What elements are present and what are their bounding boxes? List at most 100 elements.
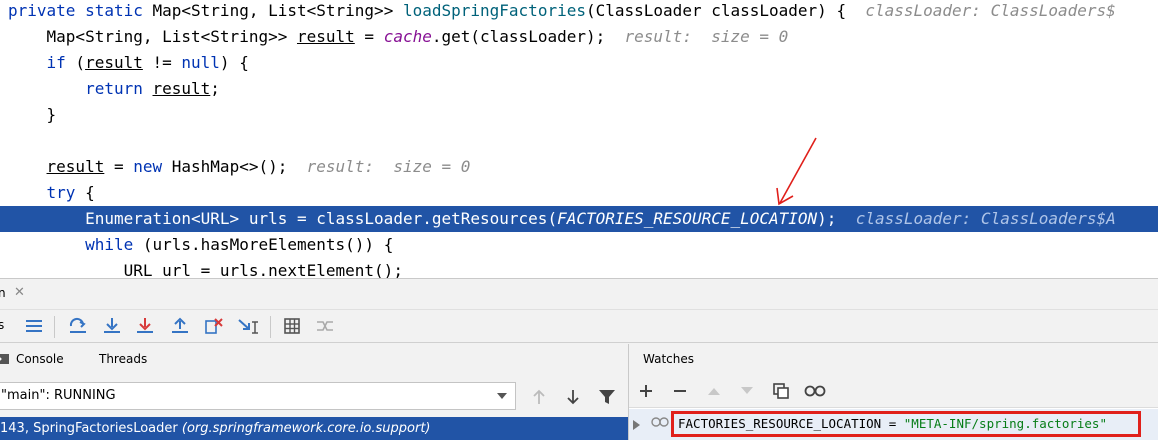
run-to-cursor-icon[interactable] — [236, 314, 260, 338]
code-line[interactable]: return result; — [8, 76, 1158, 102]
move-down-icon[interactable] — [736, 380, 758, 402]
code-token: private static — [8, 1, 153, 20]
code-token: != — [142, 53, 182, 72]
arrow-down-icon[interactable] — [562, 386, 584, 408]
code-line[interactable]: URL url = urls.nextElement(); — [8, 258, 1158, 278]
code-token: HashMap<>(); — [171, 157, 307, 176]
code-editor[interactable]: private static Map<String, List<String>>… — [0, 0, 1158, 278]
code-line[interactable]: result = new HashMap<>(); result: size =… — [8, 154, 1158, 180]
watch-icon — [651, 417, 669, 427]
inline-debug-value: classLoader: ClassLoaders$A — [855, 209, 1116, 228]
code-token: Enumeration<URL> urls = classLoader.getR… — [8, 209, 558, 228]
debug-toolbar: s — [0, 309, 1158, 343]
frames-header: "main": RUNNING — [0, 379, 628, 413]
console-icon — [0, 354, 9, 364]
filter-icon[interactable] — [596, 386, 618, 408]
code-token: loadSpringFactories — [402, 1, 586, 20]
duplicate-watch-icon[interactable] — [770, 380, 792, 402]
remove-watch-icon[interactable] — [669, 380, 691, 402]
code-token: result — [85, 53, 143, 72]
code-line[interactable]: try { — [8, 180, 1158, 206]
code-line[interactable]: private static Map<String, List<String>>… — [8, 0, 1158, 24]
debug-tool-window: n ✕ s Console Threads "main": RUNNING 14… — [0, 278, 1158, 440]
trace-current-stream-icon[interactable] — [313, 314, 337, 338]
frame-location: 143, SpringFactoriesLoader — [0, 421, 182, 436]
code-token: cache — [383, 27, 432, 46]
code-token: ) { — [219, 53, 249, 72]
step-over-icon[interactable] — [100, 314, 124, 338]
code-token: FACTORIES_RESOURCE_LOCATION — [557, 209, 818, 228]
tab-threads-label: Threads — [99, 352, 148, 366]
code-token: (urls.hasMoreElements()) { — [133, 235, 394, 254]
tab-console-label: Console — [16, 352, 64, 366]
thread-select[interactable]: "main": RUNNING — [0, 382, 516, 410]
arrow-up-icon[interactable] — [528, 386, 550, 408]
debug-title-bar: n ✕ — [0, 279, 1158, 307]
code-token: new — [133, 157, 172, 176]
code-token: } — [8, 105, 57, 124]
watch-name: FACTORIES_RESOURCE_LOCATION — [678, 416, 882, 431]
code-token: ; — [210, 79, 220, 98]
step-into-icon[interactable] — [133, 314, 157, 338]
code-line[interactable]: } — [8, 102, 1158, 128]
execution-point-line[interactable]: Enumeration<URL> urls = classLoader.getR… — [0, 206, 1158, 232]
inline-debug-value: result: size = 0 — [306, 157, 471, 176]
code-token: { — [75, 183, 95, 202]
code-token: null — [181, 53, 220, 72]
watch-item[interactable]: FACTORIES_RESOURCE_LOCATION = "META-INF/… — [629, 409, 1158, 440]
expand-icon[interactable] — [633, 420, 640, 430]
tab-threads[interactable]: Threads — [99, 344, 147, 374]
code-token: (ClassLoader classLoader) { — [585, 1, 866, 20]
inline-debug-value: result: size = 0 — [624, 27, 789, 46]
stack-frame-row[interactable]: 143, SpringFactoriesLoader (org.springfr… — [0, 417, 628, 440]
code-token: try — [46, 183, 76, 202]
code-token: = — [354, 27, 384, 46]
frame-package: (org.springframework.core.io.support) — [181, 421, 431, 436]
close-icon[interactable]: ✕ — [14, 279, 25, 307]
drop-frame-icon[interactable] — [202, 314, 226, 338]
tab-console[interactable]: Console — [0, 344, 64, 374]
code-token: ); — [817, 209, 856, 228]
watches-panel: Watches FACTORIES_RESOURCE_LOCATION = "M… — [629, 344, 1158, 440]
thread-select-value: "main": RUNNING — [1, 388, 116, 403]
hamburger-menu-icon[interactable] — [22, 314, 46, 338]
watch-highlight-box: FACTORIES_RESOURCE_LOCATION = "META-INF/… — [671, 411, 1141, 437]
code-token: while — [85, 235, 134, 254]
move-up-icon[interactable] — [703, 380, 725, 402]
toolbar-separator — [54, 316, 55, 338]
code-token: result — [152, 79, 211, 98]
debug-tab-label[interactable]: n — [0, 279, 6, 307]
code-token: if — [46, 53, 66, 72]
code-token: result — [46, 157, 105, 176]
toolbar-separator — [270, 316, 271, 338]
code-token: URL url = urls.nextElement(); — [8, 261, 403, 278]
code-token: ( — [65, 53, 86, 72]
code-token: return — [85, 79, 153, 98]
watch-value: "META-INF/spring.factories" — [903, 416, 1107, 431]
code-token: .get(classLoader); — [431, 27, 625, 46]
code-token: Map<String, List<String>> — [8, 27, 297, 46]
code-token: = — [104, 157, 134, 176]
toolbar-label: s — [0, 318, 5, 332]
evaluate-expression-icon[interactable] — [280, 314, 304, 338]
code-line[interactable]: Map<String, List<String>> result = cache… — [8, 24, 1158, 50]
code-line[interactable]: while (urls.hasMoreElements()) { — [8, 232, 1158, 258]
show-values-icon[interactable] — [804, 380, 826, 402]
step-out-icon[interactable] — [168, 314, 192, 338]
debug-tabs: Console Threads — [0, 344, 628, 374]
code-line[interactable] — [8, 128, 1158, 154]
watches-toolbar — [629, 374, 1158, 408]
watch-equals: = — [881, 416, 904, 431]
code-token: result — [296, 27, 355, 46]
add-watch-icon[interactable] — [635, 380, 657, 402]
show-execution-point-icon[interactable] — [66, 314, 90, 338]
code-line[interactable]: if (result != null) { — [8, 50, 1158, 76]
code-token: Map<String, List<String>> — [152, 1, 403, 20]
chevron-down-icon — [497, 393, 507, 399]
inline-debug-value: classLoader: ClassLoaders$ — [865, 1, 1116, 20]
